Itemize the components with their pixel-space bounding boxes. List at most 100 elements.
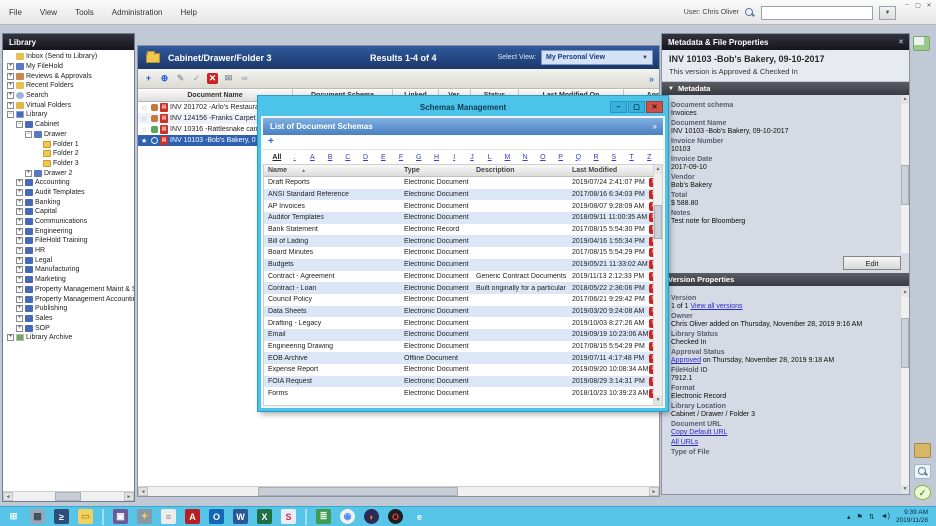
tree-item[interactable]: + Communications bbox=[3, 217, 134, 227]
favorite-star-icon[interactable]: ★ bbox=[141, 137, 149, 145]
alphabet-filter-link[interactable]: Z bbox=[640, 154, 658, 161]
close-icon[interactable]: ✕ bbox=[925, 2, 933, 9]
alphabet-filter-link[interactable]: S bbox=[605, 154, 623, 161]
document-properties-icon[interactable] bbox=[913, 36, 930, 51]
tree-item[interactable]: + Library Archive bbox=[3, 333, 134, 343]
acrobat-reader-icon[interactable]: A bbox=[185, 509, 200, 524]
tree-expander-icon[interactable]: + bbox=[16, 315, 23, 322]
scroll-up-icon[interactable]: ▲ bbox=[901, 288, 909, 297]
tree-item[interactable]: − Library bbox=[3, 110, 134, 120]
schema-row[interactable]: Engineering Drawing Electronic Document … bbox=[264, 341, 653, 353]
dialog-title-bar[interactable]: Schemas Management – ▢ ✕ bbox=[261, 99, 665, 116]
tree-item[interactable]: + Recent Folders bbox=[3, 81, 134, 91]
tree-item[interactable]: + Property Management Maint & Ser bbox=[3, 285, 134, 295]
tree-item[interactable]: + Audit Templates bbox=[3, 188, 134, 198]
edit-button[interactable]: Edit bbox=[843, 256, 901, 270]
toolbar-overflow-icon[interactable]: » bbox=[649, 74, 654, 84]
filehold-icon[interactable]: ≣ bbox=[316, 509, 331, 524]
tree-expander-icon[interactable]: + bbox=[16, 257, 23, 264]
field-link[interactable]: All URLs bbox=[671, 439, 698, 446]
edit-icon[interactable]: ✎ bbox=[175, 73, 186, 84]
menu-item[interactable]: Administration bbox=[103, 0, 172, 25]
alphabet-filter-link[interactable]: P bbox=[552, 154, 570, 161]
schema-row[interactable]: ANSI Standard Reference Electronic Docum… bbox=[264, 189, 653, 201]
add-schema-icon[interactable]: + bbox=[268, 137, 274, 147]
tree-expander-icon[interactable]: + bbox=[7, 82, 14, 89]
schema-row[interactable]: Bank Statement Electronic Record 2017/08… bbox=[264, 224, 653, 236]
schema-row[interactable]: FOIA Request Electronic Document 2019/08… bbox=[264, 376, 653, 388]
favorite-star-icon[interactable]: ☆ bbox=[141, 104, 149, 112]
tree-item[interactable]: + Marketing bbox=[3, 275, 134, 285]
scroll-right-icon[interactable]: ► bbox=[649, 487, 659, 496]
favorite-star-icon[interactable]: ☆ bbox=[141, 115, 149, 123]
tree-item[interactable]: Folder 1 bbox=[3, 139, 134, 149]
chrome-icon[interactable]: ◉ bbox=[340, 509, 355, 524]
link-icon[interactable]: ∞ bbox=[239, 73, 250, 84]
scroll-up-icon[interactable]: ▲ bbox=[654, 165, 662, 174]
tree-expander-icon[interactable]: + bbox=[16, 266, 23, 273]
alphabet-filter-link[interactable]: I bbox=[445, 154, 463, 161]
schema-row[interactable]: Budgets Electronic Document 2019/05/21 1… bbox=[264, 259, 653, 271]
dialog-minimize-icon[interactable]: – bbox=[610, 101, 627, 113]
tree-expander-icon[interactable]: + bbox=[7, 73, 14, 80]
metadata-scrollbar[interactable]: ▲ bbox=[900, 95, 909, 253]
alphabet-filter-link[interactable]: H bbox=[428, 154, 446, 161]
alphabet-filter-link[interactable]: F bbox=[392, 154, 410, 161]
minimize-icon[interactable]: – bbox=[903, 2, 911, 9]
schema-row[interactable]: Contract - Loan Electronic Document Buil… bbox=[264, 282, 653, 294]
network-icon[interactable]: ⇅ bbox=[869, 513, 875, 521]
alphabet-filter-link[interactable]: G bbox=[410, 154, 428, 161]
tree-expander-icon[interactable]: + bbox=[16, 305, 23, 312]
start-button[interactable]: ⊞ bbox=[6, 509, 21, 524]
schema-row[interactable]: Expense Report Electronic Document 2019/… bbox=[264, 364, 653, 376]
column-description[interactable]: Description bbox=[472, 165, 568, 176]
tree-item[interactable]: + Search bbox=[3, 91, 134, 101]
server-manager-icon[interactable]: ▦ bbox=[30, 509, 45, 524]
alphabet-filter-link[interactable]: T bbox=[623, 154, 641, 161]
schema-row[interactable]: Draft Reports Electronic Document 2019/0… bbox=[264, 177, 653, 189]
alphabet-filter-link[interactable]: Q bbox=[569, 154, 587, 161]
alphabet-filter-link[interactable]: E bbox=[374, 154, 392, 161]
maximize-icon[interactable]: ▢ bbox=[914, 2, 922, 9]
tree-item[interactable]: + Publishing bbox=[3, 304, 134, 314]
tree-expander-icon[interactable]: + bbox=[16, 247, 23, 254]
column-name[interactable]: Name ▲ bbox=[264, 165, 400, 176]
alphabet-filter-link[interactable]: D bbox=[357, 154, 375, 161]
alphabet-filter-link[interactable]: J bbox=[463, 154, 481, 161]
version-scrollbar[interactable]: ▲ ▼ bbox=[900, 288, 909, 494]
tree-item[interactable]: + My FileHold bbox=[3, 62, 134, 72]
tree-item[interactable]: + Accounting bbox=[3, 178, 134, 188]
alphabet-filter-link[interactable]: B bbox=[321, 154, 339, 161]
excel-icon[interactable]: X bbox=[257, 509, 272, 524]
scroll-right-icon[interactable]: ► bbox=[124, 492, 134, 501]
tree-expander-icon[interactable]: + bbox=[7, 63, 14, 70]
show-hidden-icons[interactable]: ▴ bbox=[847, 513, 851, 521]
preview-search-icon[interactable] bbox=[914, 464, 931, 479]
scroll-left-icon[interactable]: ◄ bbox=[138, 487, 148, 496]
tree-expander-icon[interactable]: + bbox=[16, 199, 23, 206]
outlook-icon[interactable]: O bbox=[209, 509, 224, 524]
internet-explorer-icon[interactable]: e bbox=[412, 509, 427, 524]
schema-row[interactable]: Data Sheets Electronic Document 2019/03/… bbox=[264, 306, 653, 318]
tree-expander-icon[interactable]: + bbox=[25, 170, 32, 177]
metadata-section-bar[interactable]: ▼ Metadata bbox=[662, 82, 909, 95]
favorite-star-icon[interactable]: ☆ bbox=[141, 126, 149, 134]
tree-item[interactable]: Folder 3 bbox=[3, 159, 134, 169]
schema-row[interactable]: Auditor Templates Electronic Document 20… bbox=[264, 212, 653, 224]
management-console-icon[interactable]: ▣ bbox=[113, 509, 128, 524]
scroll-up-icon[interactable]: ▲ bbox=[901, 95, 909, 104]
dialog-close-icon[interactable]: ✕ bbox=[646, 101, 663, 113]
schema-row[interactable]: AP Invoices Electronic Document 2019/08/… bbox=[264, 200, 653, 212]
collapse-chevron-icon[interactable]: » bbox=[653, 122, 657, 131]
tree-item[interactable]: + Property Management Accounting bbox=[3, 294, 134, 304]
menu-item[interactable]: Tools bbox=[66, 0, 103, 25]
tree-item[interactable]: + Drawer 2 bbox=[3, 168, 134, 178]
tree-item[interactable]: + Engineering bbox=[3, 226, 134, 236]
schema-row[interactable]: Drafting - Legacy Electronic Document 20… bbox=[264, 317, 653, 329]
alphabet-filter-link[interactable]: N bbox=[516, 154, 534, 161]
notepad-icon[interactable]: ≡ bbox=[161, 509, 176, 524]
tree-item[interactable]: + Manufacturing bbox=[3, 265, 134, 275]
delete-icon[interactable]: ✕ bbox=[207, 73, 218, 84]
alphabet-filter-link[interactable]: R bbox=[587, 154, 605, 161]
alphabet-filter-link[interactable]: L bbox=[481, 154, 499, 161]
